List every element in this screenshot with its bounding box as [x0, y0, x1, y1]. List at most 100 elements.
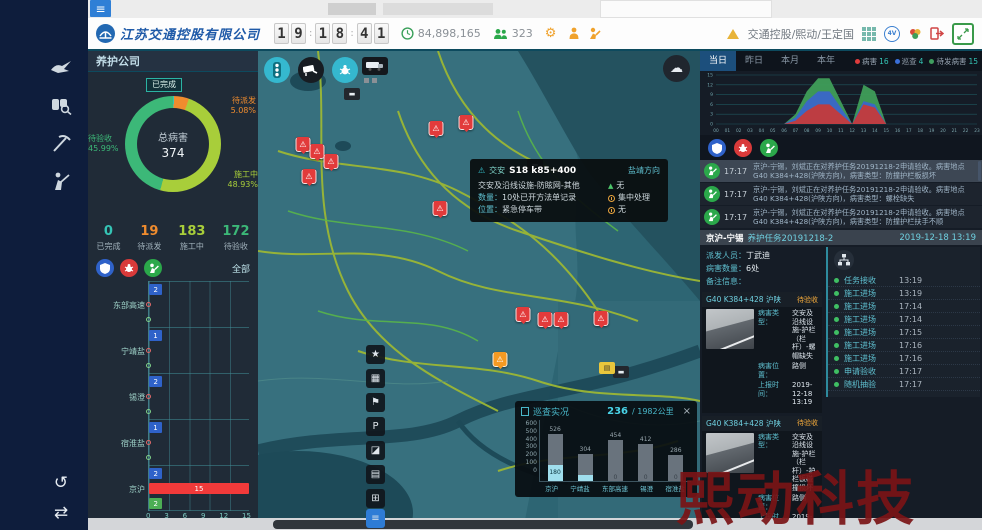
construction-filter-button[interactable] [760, 139, 778, 157]
messages-scrollbar[interactable] [978, 161, 981, 181]
list-tool-button[interactable]: ▤ [366, 465, 385, 484]
stat-value: 183 [178, 224, 205, 239]
maintenance-route-icon[interactable] [44, 52, 78, 82]
worker-message-icon [704, 186, 720, 202]
patrol-bar-chart: 6005004003002001000 52618030445404120286… [521, 420, 691, 482]
online-value: 323 [512, 27, 533, 40]
info-row: 病害数量：6处 [706, 262, 820, 275]
mileage-stat: 84,898,165 [401, 27, 481, 40]
fullscreen-toggle-icon[interactable] [952, 23, 974, 45]
disease-map-pin[interactable]: ⚠ [594, 311, 609, 326]
disease-map-pin[interactable]: ⚠ [459, 115, 474, 130]
disease-card[interactable]: G40 K384+428 沪陕待验收病害类型：交安及沿线设施-护栏（栏杆）-护栏… [702, 416, 822, 530]
info-board-van-button[interactable] [362, 57, 388, 75]
disease-layer-button[interactable] [332, 57, 358, 83]
inspection-search-icon[interactable] [44, 90, 78, 120]
tab-当日[interactable]: 当日 [700, 51, 736, 71]
list-icon: ▤ [371, 469, 380, 480]
disease-photo-thumbnail[interactable] [706, 309, 754, 349]
apps-grid-icon[interactable] [862, 27, 876, 41]
tab-本月[interactable]: 本月 [772, 51, 808, 71]
tab-本年[interactable]: 本年 [808, 51, 844, 71]
construction-pickaxe-icon[interactable] [44, 128, 78, 158]
map-canvas[interactable]: ⚠⚠⚠⚠⚠⚠⚠⚠⚠⚠⚠⚠▬▬▬▤ ☁ ★ ▦ ⚑ P ◪ ▤ ⊞ ≡ ⚠ [258, 51, 700, 530]
hamburger-menu-button[interactable]: ≡ [90, 0, 111, 17]
disease-card[interactable]: G40 K384+428 沪陕待验收病害类型：交安及沿线设施-护栏（栏杆）-螺帽… [702, 292, 822, 413]
clock-digit: 8 [332, 23, 347, 44]
message-item[interactable]: 17:17京沪-宁锡，刘斌正在对养护任务20191218-2申请验收。病害地点G… [700, 206, 982, 228]
popup-x-label: 锡澄 [640, 483, 653, 493]
background-taskbar [273, 520, 693, 529]
disease-map-pin[interactable]: ⚠ [516, 307, 531, 322]
disease-map-pin[interactable]: ⚠ [554, 312, 569, 327]
legend-value: 15 [968, 57, 978, 66]
bar-blue: 2 [149, 468, 162, 479]
info-row: 派发人员：丁武迪 [706, 249, 820, 262]
tab-昨日[interactable]: 昨日 [736, 51, 772, 71]
task-info: 派发人员：丁武迪病害数量：6处备注信息： [700, 245, 824, 292]
user-breadcrumb[interactable]: 交通控股/熙动/王定国 [748, 26, 854, 42]
stats-panel-tool-button[interactable]: ▦ [366, 369, 385, 388]
dispatch-filter-button[interactable] [96, 259, 114, 277]
vehicle-badge[interactable]: ▬ [613, 366, 629, 378]
van-toggle-dots[interactable] [364, 78, 377, 83]
timeline-label: 随机抽验 [844, 379, 894, 390]
person-stat[interactable] [568, 27, 601, 40]
disease-map-pin[interactable]: ⚠ [302, 169, 317, 184]
legend-label: 巡查 [902, 56, 917, 67]
gear-stat[interactable]: ⚙ [545, 26, 557, 41]
vehicle-badge[interactable]: ▬ [344, 88, 360, 100]
traffic-signal-layer-button[interactable] [264, 57, 290, 83]
worker-digging-icon[interactable] [44, 166, 78, 196]
message-item[interactable]: 17:17京沪-宁锡，刘斌正在对养护任务20191218-2申请验收。病害地点G… [700, 160, 982, 182]
disease-filter-button[interactable] [120, 259, 138, 277]
cctv-camera-layer-button[interactable] [298, 57, 324, 83]
callout-label: 施工中 [227, 170, 258, 180]
field-value: 路侧 [792, 362, 818, 379]
legend-label: 病害 [862, 56, 877, 67]
tooltip-title: ⚠ 交安 S18 k85+400 盐靖方向 [478, 165, 660, 177]
flag-tool-button[interactable]: ⚑ [366, 393, 385, 412]
swap-layers-icon[interactable]: ⇄ [44, 498, 78, 528]
disease-map-pin[interactable]: ⚠ [310, 144, 325, 159]
favorites-tool-button[interactable]: ★ [366, 345, 385, 364]
disease-map-pin[interactable]: ⚠ [324, 154, 339, 169]
construction-map-pin[interactable]: ⚠ [493, 352, 508, 367]
palette-icon[interactable] [908, 28, 922, 40]
swap-glyph: ⇄ [54, 503, 68, 523]
info-board-badge[interactable]: ▤ [599, 362, 615, 374]
disease-map-pin[interactable]: ⚠ [296, 137, 311, 152]
4v-icon[interactable]: 4V [884, 26, 900, 42]
dispatch-filter-button[interactable] [708, 139, 726, 157]
disease-map-pin[interactable]: ⚠ [433, 201, 448, 216]
legend-menu-button[interactable]: ≡ [366, 509, 385, 528]
filter-all-link[interactable]: 全部 [232, 262, 250, 275]
task-timeline: 任务接收13:19施工进场13:19施工进场17:14施工进场17:14施工进场… [826, 247, 980, 397]
parking-tool-button[interactable]: P [366, 417, 385, 436]
popup-bar-done [578, 475, 593, 481]
bar-blue: 1 [149, 422, 162, 433]
y-tick: 0 [521, 467, 537, 474]
close-icon[interactable]: × [683, 406, 691, 417]
construction-filter-button[interactable] [144, 259, 162, 277]
message-item[interactable]: 17:17京沪-宁锡，刘斌正在对养护任务20191218-2申请验收。病害地点G… [700, 183, 982, 205]
warn-icon: ⚠ [478, 165, 485, 177]
disease-photo-thumbnail[interactable] [706, 433, 754, 473]
clock-digit: 9 [291, 23, 306, 44]
info-label: 派发人员： [706, 251, 746, 260]
grid-tool-button[interactable]: ⊞ [366, 489, 385, 508]
callout-label: 待验收 [88, 134, 119, 144]
bar-group: 宿淮盐1 [149, 419, 249, 465]
card-fields: 病害类型：交安及沿线设施-护栏（栏杆）-护栏板碰撞损坏病害位置：路侧上报时间：2… [758, 433, 818, 530]
donut-center: 总病害 374 [137, 108, 209, 180]
disease-map-pin[interactable]: ⚠ [429, 121, 444, 136]
undo-icon[interactable]: ↺ [44, 468, 78, 498]
svg-text:16: 16 [895, 128, 901, 134]
patrol-total-km: / 1982公里 [632, 406, 674, 417]
disease-map-pin[interactable]: ⚠ [538, 312, 553, 327]
logout-icon[interactable] [930, 27, 944, 40]
disease-filter-button[interactable] [734, 139, 752, 157]
weather-cloud-button[interactable]: ☁ [663, 55, 690, 82]
chart-tool-button[interactable]: ◪ [366, 441, 385, 460]
field-row: 病害类型：交安及沿线设施-护栏（栏杆）-螺帽缺失 [758, 309, 818, 360]
